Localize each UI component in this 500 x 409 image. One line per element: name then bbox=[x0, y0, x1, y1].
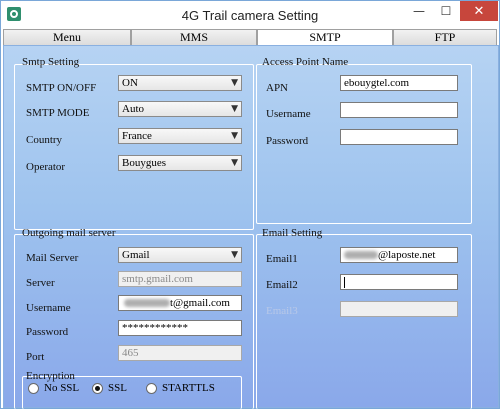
smtp-onoff-value: ON bbox=[122, 77, 138, 89]
redacted-text bbox=[344, 251, 378, 260]
apn-password-input[interactable] bbox=[340, 129, 458, 145]
email3-label: Email3 bbox=[266, 305, 298, 317]
email1-label: Email1 bbox=[266, 253, 298, 265]
encryption-option-label: No SSL bbox=[44, 382, 80, 394]
email1-input[interactable]: @laposte.net bbox=[340, 247, 458, 263]
email1-suffix: @laposte.net bbox=[378, 249, 436, 261]
chevron-down-icon: ▼ bbox=[231, 250, 238, 260]
apn-username-input[interactable] bbox=[340, 102, 458, 118]
country-value: France bbox=[122, 130, 152, 142]
encryption-title: Encryption bbox=[26, 370, 75, 382]
apn-username-label: Username bbox=[266, 108, 311, 120]
server-label: Server bbox=[26, 277, 55, 289]
smtp-mode-label: SMTP MODE bbox=[26, 107, 90, 119]
access-point-title: Access Point Name bbox=[262, 56, 349, 68]
chevron-down-icon: ▼ bbox=[231, 131, 238, 141]
smtp-username-input[interactable]: t@gmail.com bbox=[118, 295, 242, 311]
tab-menu[interactable]: Menu bbox=[3, 29, 131, 45]
email2-input[interactable] bbox=[340, 274, 458, 290]
mail-server-select[interactable]: Gmail ▼ bbox=[118, 247, 242, 263]
tab-bar: Menu MMS SMTP FTP bbox=[3, 29, 499, 46]
port-input[interactable]: 465 bbox=[118, 345, 242, 361]
app-window: 4G Trail camera Setting — ☐ ✕ Menu MMS S… bbox=[0, 0, 500, 409]
radio-checked-icon[interactable] bbox=[92, 382, 103, 394]
smtp-onoff-label: SMTP ON/OFF bbox=[26, 82, 97, 94]
encryption-option-nossl[interactable]: No SSL bbox=[28, 382, 79, 394]
smtp-password-input[interactable]: ************ bbox=[118, 320, 242, 336]
smtp-username-label: Username bbox=[26, 302, 71, 314]
chevron-down-icon: ▼ bbox=[231, 104, 238, 114]
encryption-option-label: SSL bbox=[108, 382, 127, 394]
smtp-setting-title: Smtp Setting bbox=[22, 56, 80, 68]
country-select[interactable]: France ▼ bbox=[118, 128, 242, 144]
outgoing-mail-title: Outgoing mail server bbox=[22, 227, 116, 239]
email2-label: Email2 bbox=[266, 279, 298, 291]
encryption-option-starttls[interactable]: STARTTLS bbox=[146, 382, 215, 394]
redacted-text bbox=[124, 299, 170, 308]
server-input[interactable]: smtp.gmail.com bbox=[118, 271, 242, 287]
apn-label: APN bbox=[266, 82, 289, 94]
title-bar: 4G Trail camera Setting — ☐ ✕ bbox=[1, 1, 499, 29]
tab-smtp[interactable]: SMTP bbox=[257, 29, 393, 46]
apn-input[interactable]: ebouygtel.com bbox=[340, 75, 458, 91]
smtp-password-label: Password bbox=[26, 326, 69, 338]
chevron-down-icon: ▼ bbox=[231, 158, 238, 168]
text-cursor bbox=[344, 276, 345, 288]
operator-label: Operator bbox=[26, 161, 66, 173]
operator-select[interactable]: Bouygues ▼ bbox=[118, 155, 242, 171]
encryption-option-label: STARTTLS bbox=[162, 382, 215, 394]
mail-server-value: Gmail bbox=[122, 249, 150, 261]
operator-value: Bouygues bbox=[122, 157, 166, 169]
radio-icon[interactable] bbox=[28, 382, 39, 394]
minimize-button[interactable]: — bbox=[406, 1, 432, 21]
tab-mms[interactable]: MMS bbox=[131, 29, 257, 45]
mail-server-label: Mail Server bbox=[26, 252, 79, 264]
maximize-button[interactable]: ☐ bbox=[433, 1, 459, 21]
smtp-mode-select[interactable]: Auto ▼ bbox=[118, 101, 242, 117]
encryption-option-ssl[interactable]: SSL bbox=[92, 382, 127, 394]
chevron-down-icon: ▼ bbox=[231, 78, 238, 88]
tab-ftp[interactable]: FTP bbox=[393, 29, 497, 45]
email3-input[interactable] bbox=[340, 301, 458, 317]
smtp-onoff-select[interactable]: ON ▼ bbox=[118, 75, 242, 91]
close-button[interactable]: ✕ bbox=[460, 1, 498, 21]
smtp-username-suffix: t@gmail.com bbox=[170, 297, 230, 309]
radio-icon[interactable] bbox=[146, 382, 157, 394]
smtp-mode-value: Auto bbox=[122, 103, 144, 115]
smtp-panel: Smtp Setting SMTP ON/OFF ON ▼ SMTP MODE … bbox=[3, 45, 499, 409]
country-label: Country bbox=[26, 134, 63, 146]
port-label: Port bbox=[26, 351, 45, 363]
apn-password-label: Password bbox=[266, 135, 309, 147]
email-setting-title: Email Setting bbox=[262, 227, 323, 239]
